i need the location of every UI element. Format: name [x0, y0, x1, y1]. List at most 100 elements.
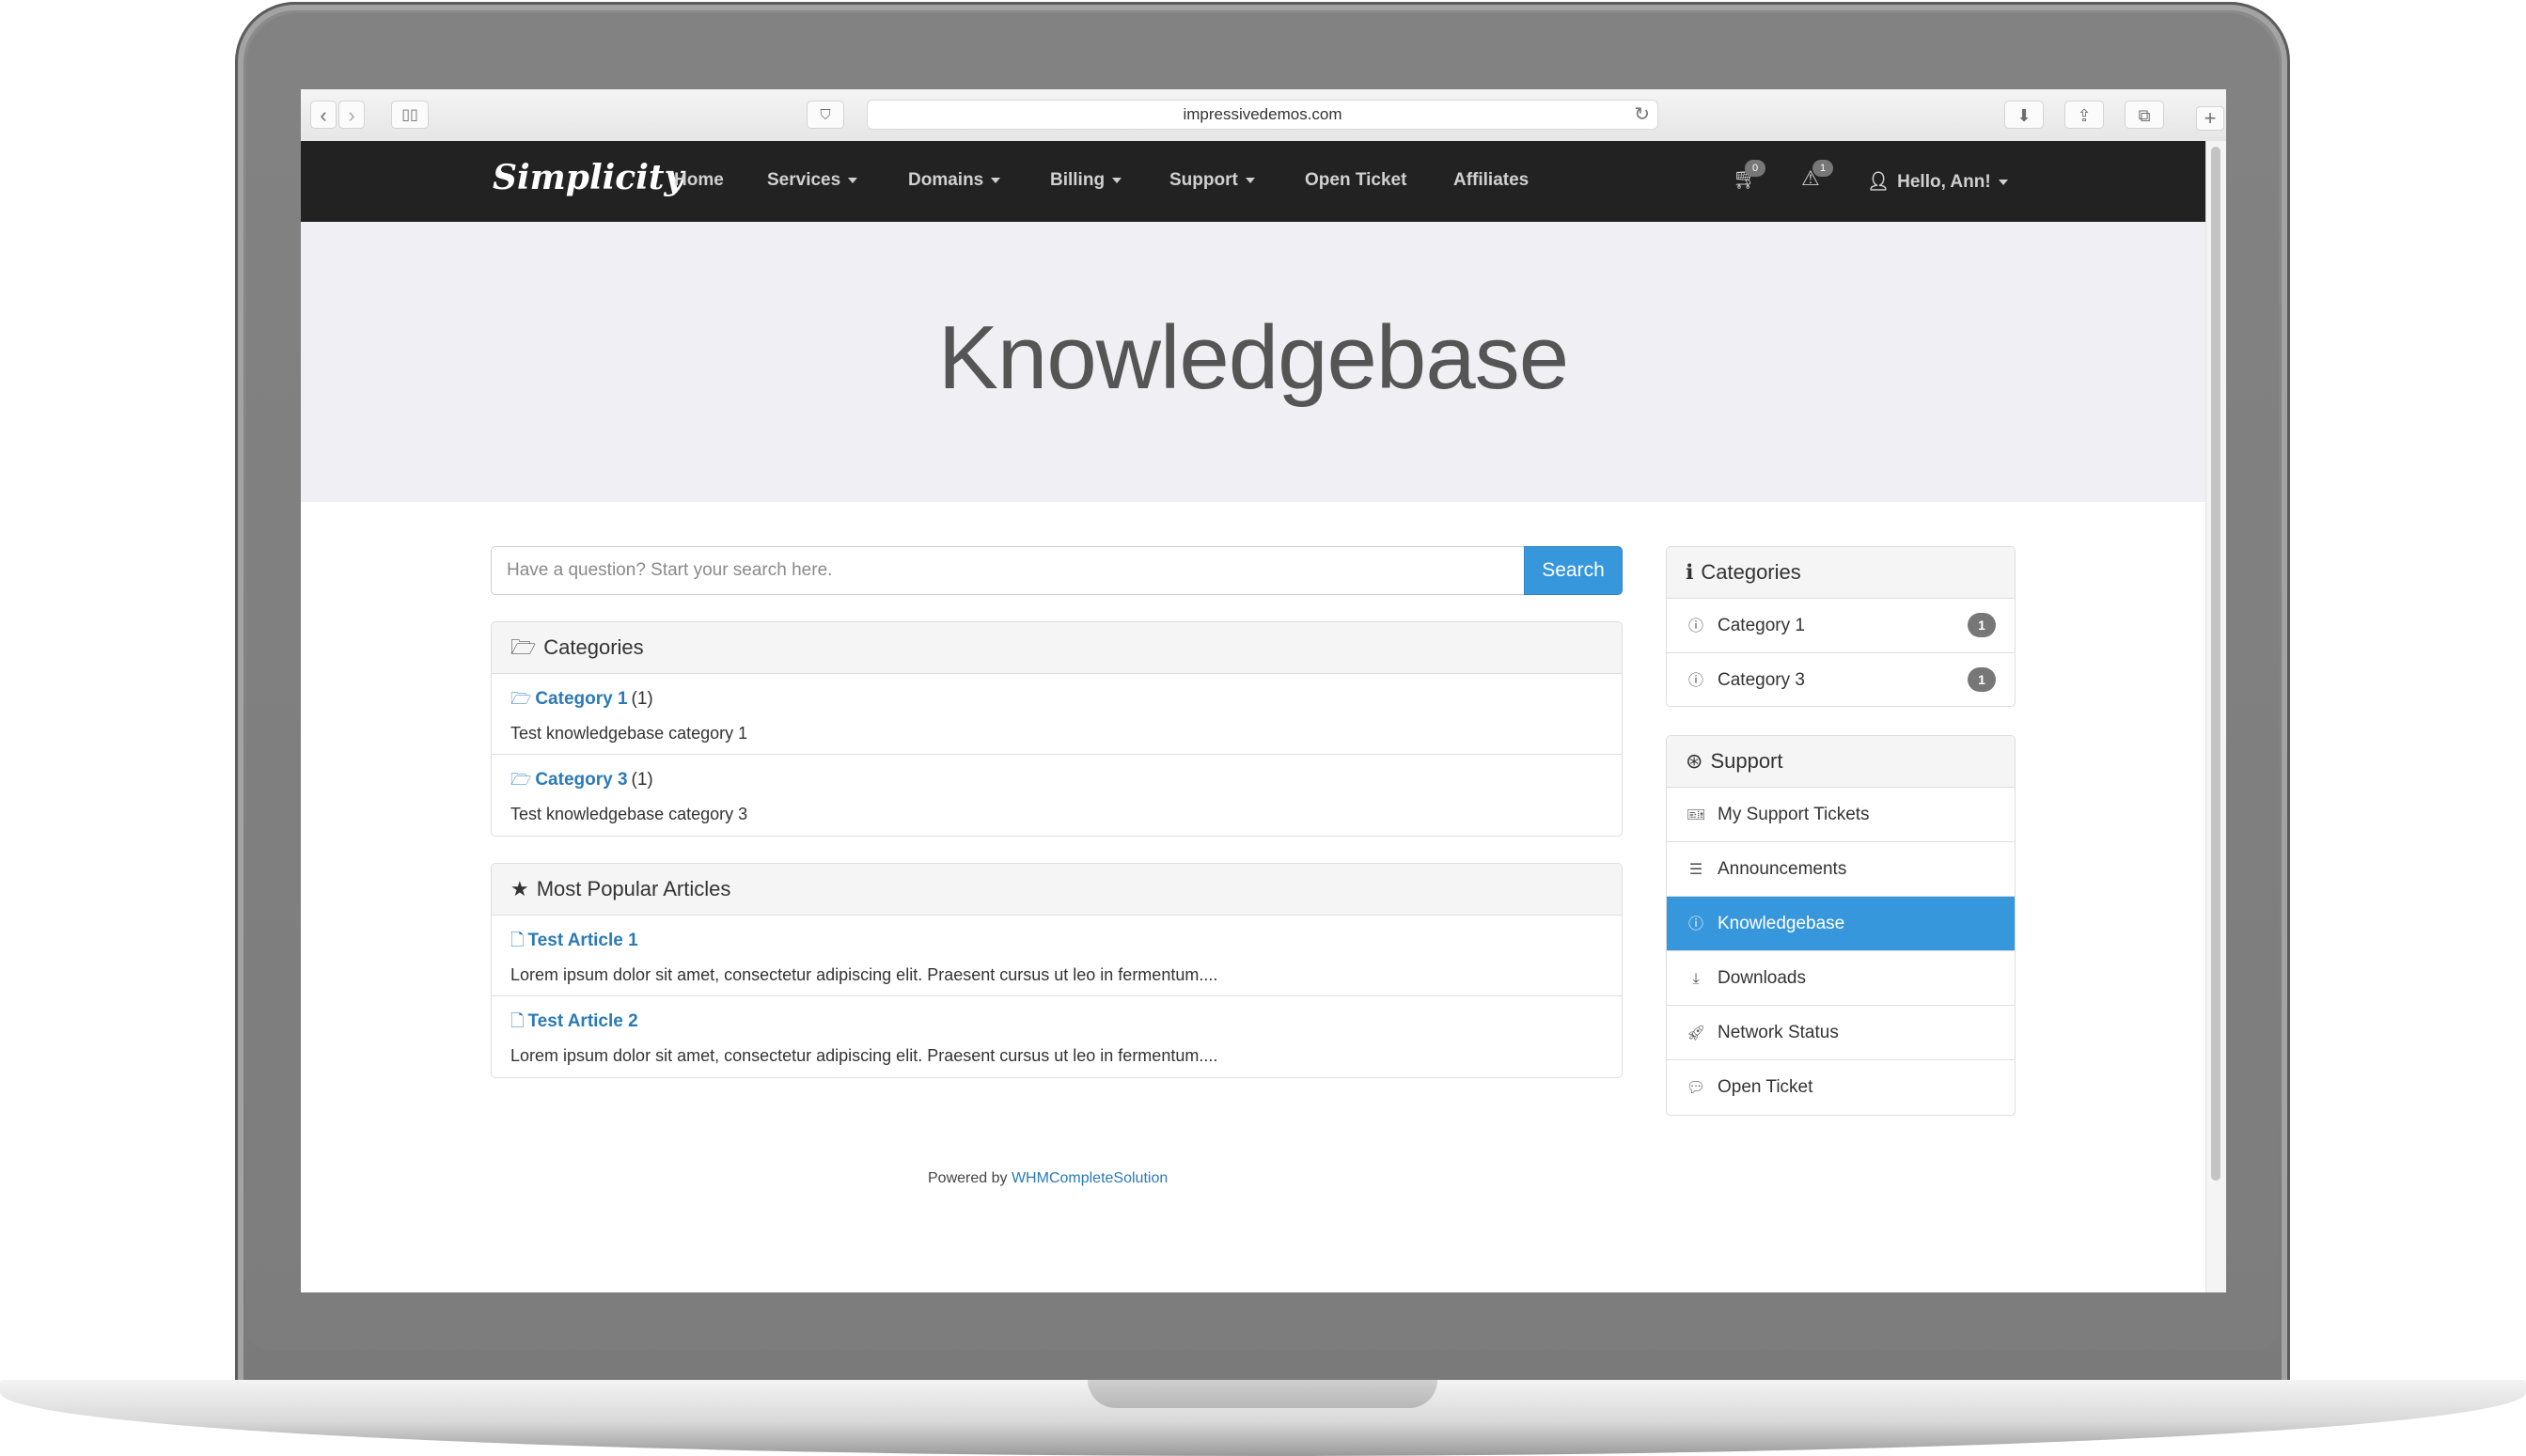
- caret-down-icon: [991, 177, 1001, 183]
- scroll-thumb[interactable]: [2211, 147, 2220, 1181]
- info-icon: ⓘ: [1687, 916, 1703, 932]
- nav-billing-label: Billing: [1050, 170, 1106, 190]
- article-description: Lorem ipsum dolor sit amet, consectetur …: [510, 1046, 1218, 1065]
- pocket-icon[interactable]: ⛉: [807, 101, 844, 129]
- forward-icon[interactable]: ›: [338, 101, 365, 129]
- count-badge: 1: [1968, 667, 1996, 692]
- article-link[interactable]: Test Article 1: [527, 931, 637, 950]
- category-link[interactable]: Category 1: [535, 689, 627, 709]
- caret-down-icon: [1998, 179, 2008, 185]
- category-description: Test knowledgebase category 3: [510, 805, 748, 823]
- reload-icon[interactable]: ↻: [1634, 101, 1650, 129]
- sidebar-item-label: Open Ticket: [1718, 1077, 1813, 1097]
- nav-billing[interactable]: Billing: [1050, 170, 1122, 191]
- search-button[interactable]: Search: [1524, 546, 1623, 595]
- laptop-notch: [1088, 1380, 1437, 1408]
- sidebar-item-label: Knowledgebase: [1718, 914, 1845, 933]
- user-menu[interactable]: 👤︎ Hello, Ann!: [1867, 170, 2008, 193]
- caret-down-icon: [1245, 177, 1255, 183]
- popular-articles-title: Most Popular Articles: [536, 877, 731, 900]
- folder-open-icon: 🗁︎: [510, 770, 532, 789]
- url-field[interactable]: impressivedemos.com ↻: [867, 100, 1658, 130]
- download-icon[interactable]: ⬇: [2004, 101, 2044, 129]
- sidebar-item-label: My Support Tickets: [1718, 805, 1870, 824]
- sidebar-category-1[interactable]: ⓘ Category 1 1: [1667, 599, 2015, 653]
- info-icon: ℹ: [1686, 560, 1694, 584]
- sidebar-support-panel: ⊛ Support 🎫︎ My Support Tickets ☰ Announcem…: [1666, 735, 2016, 1116]
- popular-articles-panel: ★ Most Popular Articles 🗋︎ Test Article 1 …: [491, 863, 1623, 1078]
- sidebar-support-title: Support: [1710, 749, 1783, 773]
- article-item: 🗋︎ Test Article 1 Lorem ipsum dolor sit a…: [492, 916, 1622, 996]
- list-icon: ☰: [1688, 862, 1703, 878]
- sidebar-icon[interactable]: ▯▯: [391, 101, 429, 129]
- categories-panel-heading: 🗁︎ Categories: [492, 622, 1622, 674]
- screen: ‹ › ▯▯ ⛉ impressivedemos.com ↻ ⬇ ⇪ ⧉ + S…: [301, 89, 2226, 1292]
- user-menu-label: Hello, Ann!: [1897, 172, 1991, 192]
- nav-open-ticket-label: Open Ticket: [1305, 170, 1407, 190]
- categories-panel-title: Categories: [543, 635, 644, 659]
- nav-support-label: Support: [1169, 170, 1238, 190]
- category-item: 🗁︎ Category 3 (1) Test knowledgebase categ…: [492, 755, 1622, 836]
- footer-prefix: Powered by: [928, 1170, 1008, 1186]
- folder-open-icon: 🗁︎: [510, 689, 532, 708]
- sidebar-categories-heading: ℹ Categories: [1667, 547, 2015, 599]
- sidebar-category-label: Category 1: [1718, 616, 1805, 635]
- sidebar-item-label: Network Status: [1718, 1023, 1839, 1042]
- vertical-scrollbar[interactable]: [2205, 141, 2226, 1292]
- sidebar-item-announcements[interactable]: ☰ Announcements: [1667, 842, 2015, 897]
- sidebar-item-label: Downloads: [1718, 968, 1806, 988]
- caret-down-icon: [848, 177, 858, 183]
- back-icon[interactable]: ‹: [310, 101, 337, 129]
- info-circle-icon: ⓘ: [1687, 618, 1703, 634]
- footer-link[interactable]: WHMCompleteSolution: [1012, 1170, 1168, 1186]
- category-item: 🗁︎ Category 1 (1) Test knowledgebase categ…: [492, 674, 1622, 755]
- sidebar-item-network-status[interactable]: 🚀︎ Network Status: [1667, 1006, 2015, 1060]
- sidebar-item-open-ticket[interactable]: 💬︎ Open Ticket: [1667, 1060, 2015, 1115]
- footer: Powered by WHMCompleteSolution: [928, 1170, 1168, 1187]
- nav-home-label: Home: [674, 170, 724, 190]
- rocket-icon: 🚀︎: [1686, 1025, 1706, 1041]
- count-badge: 1: [1968, 613, 1996, 637]
- nav-services[interactable]: Services: [767, 170, 858, 191]
- sidebar-category-3[interactable]: ⓘ Category 3 1: [1667, 653, 2015, 706]
- popular-articles-heading: ★ Most Popular Articles: [492, 864, 1622, 916]
- url-text: impressivedemos.com: [1183, 105, 1342, 123]
- page-title: Knowledgebase: [937, 307, 1569, 408]
- ticket-icon: 🎫︎: [1686, 807, 1706, 823]
- sidebar-support-heading: ⊛ Support: [1667, 736, 2015, 788]
- alert-count-badge: 1: [1812, 160, 1833, 177]
- tabs-icon[interactable]: ⧉: [2125, 101, 2164, 129]
- nav-domains[interactable]: Domains: [908, 170, 1001, 191]
- main-navbar: Simplicity Home Services Domains Billing…: [301, 141, 2205, 222]
- category-count: (1): [631, 770, 653, 790]
- browser-toolbar: ‹ › ▯▯ ⛉ impressivedemos.com ↻ ⬇ ⇪ ⧉ +: [301, 89, 2226, 142]
- page-header: Knowledgebase: [301, 222, 2205, 502]
- brand-logo[interactable]: Simplicity: [493, 158, 683, 197]
- folder-open-icon: 🗁︎: [510, 635, 537, 659]
- sidebar-item-my-support-tickets[interactable]: 🎫︎ My Support Tickets: [1667, 788, 2015, 842]
- search-input[interactable]: [491, 546, 1534, 595]
- sidebar-category-label: Category 3: [1718, 670, 1805, 690]
- category-link[interactable]: Category 3: [535, 770, 627, 790]
- nav-support[interactable]: Support: [1169, 170, 1255, 191]
- category-count: (1): [631, 689, 653, 709]
- sidebar-item-downloads[interactable]: ⤓ Downloads: [1667, 951, 2015, 1006]
- nav-affiliates[interactable]: Affiliates: [1453, 170, 1529, 191]
- sidebar-item-knowledgebase[interactable]: ⓘ Knowledgebase: [1667, 897, 2015, 951]
- user-icon: 👤︎: [1867, 172, 1891, 192]
- nav-home[interactable]: Home: [674, 170, 724, 191]
- web-page: Simplicity Home Services Domains Billing…: [301, 141, 2205, 1292]
- share-icon[interactable]: ⇪: [2064, 101, 2104, 129]
- sidebar-item-label: Announcements: [1718, 859, 1847, 879]
- comments-icon: 💬︎: [1686, 1080, 1706, 1096]
- star-icon: ★: [510, 877, 529, 900]
- nav-open-ticket[interactable]: Open Ticket: [1305, 170, 1406, 191]
- article-link[interactable]: Test Article 2: [527, 1011, 637, 1031]
- new-tab-icon[interactable]: +: [2196, 106, 2224, 131]
- article-description: Lorem ipsum dolor sit amet, consectetur …: [510, 965, 1218, 984]
- life-ring-icon: ⊛: [1686, 749, 1703, 773]
- info-circle-icon: ⓘ: [1687, 673, 1703, 689]
- caret-down-icon: [1112, 177, 1122, 183]
- download-icon: ⤓: [1692, 971, 1700, 987]
- categories-panel: 🗁︎ Categories 🗁︎ Category 1 (1) Test knowle…: [491, 621, 1623, 837]
